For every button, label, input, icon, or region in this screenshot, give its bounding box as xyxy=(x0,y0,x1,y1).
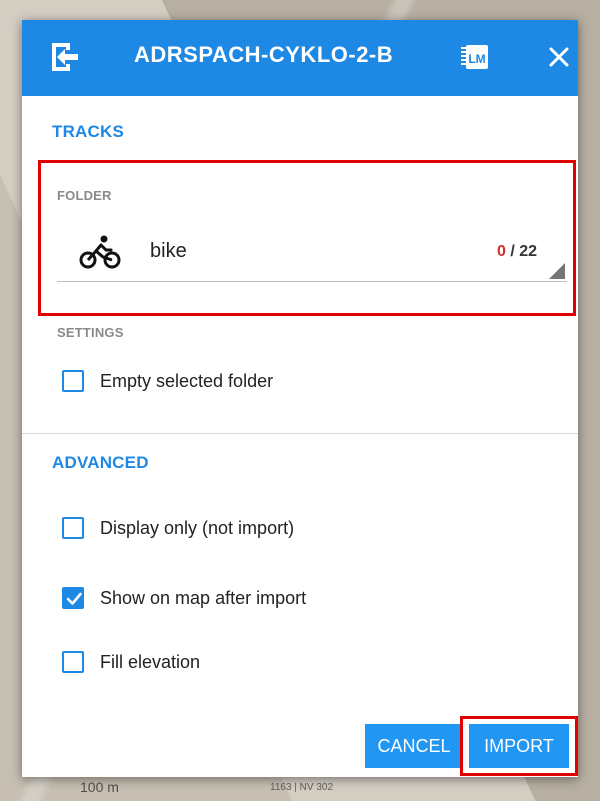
cancel-button[interactable]: CANCEL xyxy=(365,724,463,768)
fill-elevation-checkbox[interactable] xyxy=(62,651,84,673)
display-only-label: Display only (not import) xyxy=(100,517,295,538)
folder-name: bike xyxy=(150,240,187,262)
total-count: 22 xyxy=(519,243,538,260)
folder-count: 0 / 22 xyxy=(497,243,537,261)
locus-map-icon[interactable]: LM xyxy=(460,42,490,72)
count-separator: / xyxy=(505,243,520,260)
bike-icon xyxy=(79,235,121,269)
folder-underline xyxy=(57,281,567,282)
empty-folder-checkbox[interactable] xyxy=(62,370,84,392)
svg-text:LM: LM xyxy=(468,52,485,66)
show-on-map-checkbox[interactable] xyxy=(62,587,84,609)
map-road-label: 1163 | NV 302 xyxy=(270,782,334,793)
folder-label: FOLDER xyxy=(57,188,112,203)
settings-label: SETTINGS xyxy=(57,325,124,340)
folder-selector[interactable]: bike 0 / 22 xyxy=(57,220,577,298)
import-dialog: ADRSPACH-CYKLO-2-B LM TRACKS FOLDER bike… xyxy=(22,20,578,777)
empty-folder-option[interactable]: Empty selected folder xyxy=(62,363,273,399)
import-arrow-icon[interactable] xyxy=(48,40,82,74)
fill-elevation-label: Fill elevation xyxy=(100,651,201,672)
dialog-title: ADRSPACH-CYKLO-2-B xyxy=(134,42,394,67)
close-icon[interactable] xyxy=(544,42,574,72)
selected-count: 0 xyxy=(497,243,506,260)
map-scale-label: 100 m xyxy=(80,779,119,795)
show-on-map-label: Show on map after import xyxy=(100,587,307,608)
dropdown-corner-icon xyxy=(549,263,565,279)
advanced-section-title: ADVANCED xyxy=(52,453,149,472)
import-button[interactable]: IMPORT xyxy=(469,724,569,768)
tracks-section-title: TRACKS xyxy=(52,122,125,141)
empty-folder-label: Empty selected folder xyxy=(100,370,274,391)
dialog-header: ADRSPACH-CYKLO-2-B LM xyxy=(22,20,578,96)
section-divider xyxy=(22,433,578,434)
fill-elevation-option[interactable]: Fill elevation xyxy=(62,644,200,680)
show-on-map-option[interactable]: Show on map after import xyxy=(62,580,306,616)
display-only-option[interactable]: Display only (not import) xyxy=(62,510,294,546)
display-only-checkbox[interactable] xyxy=(62,517,84,539)
